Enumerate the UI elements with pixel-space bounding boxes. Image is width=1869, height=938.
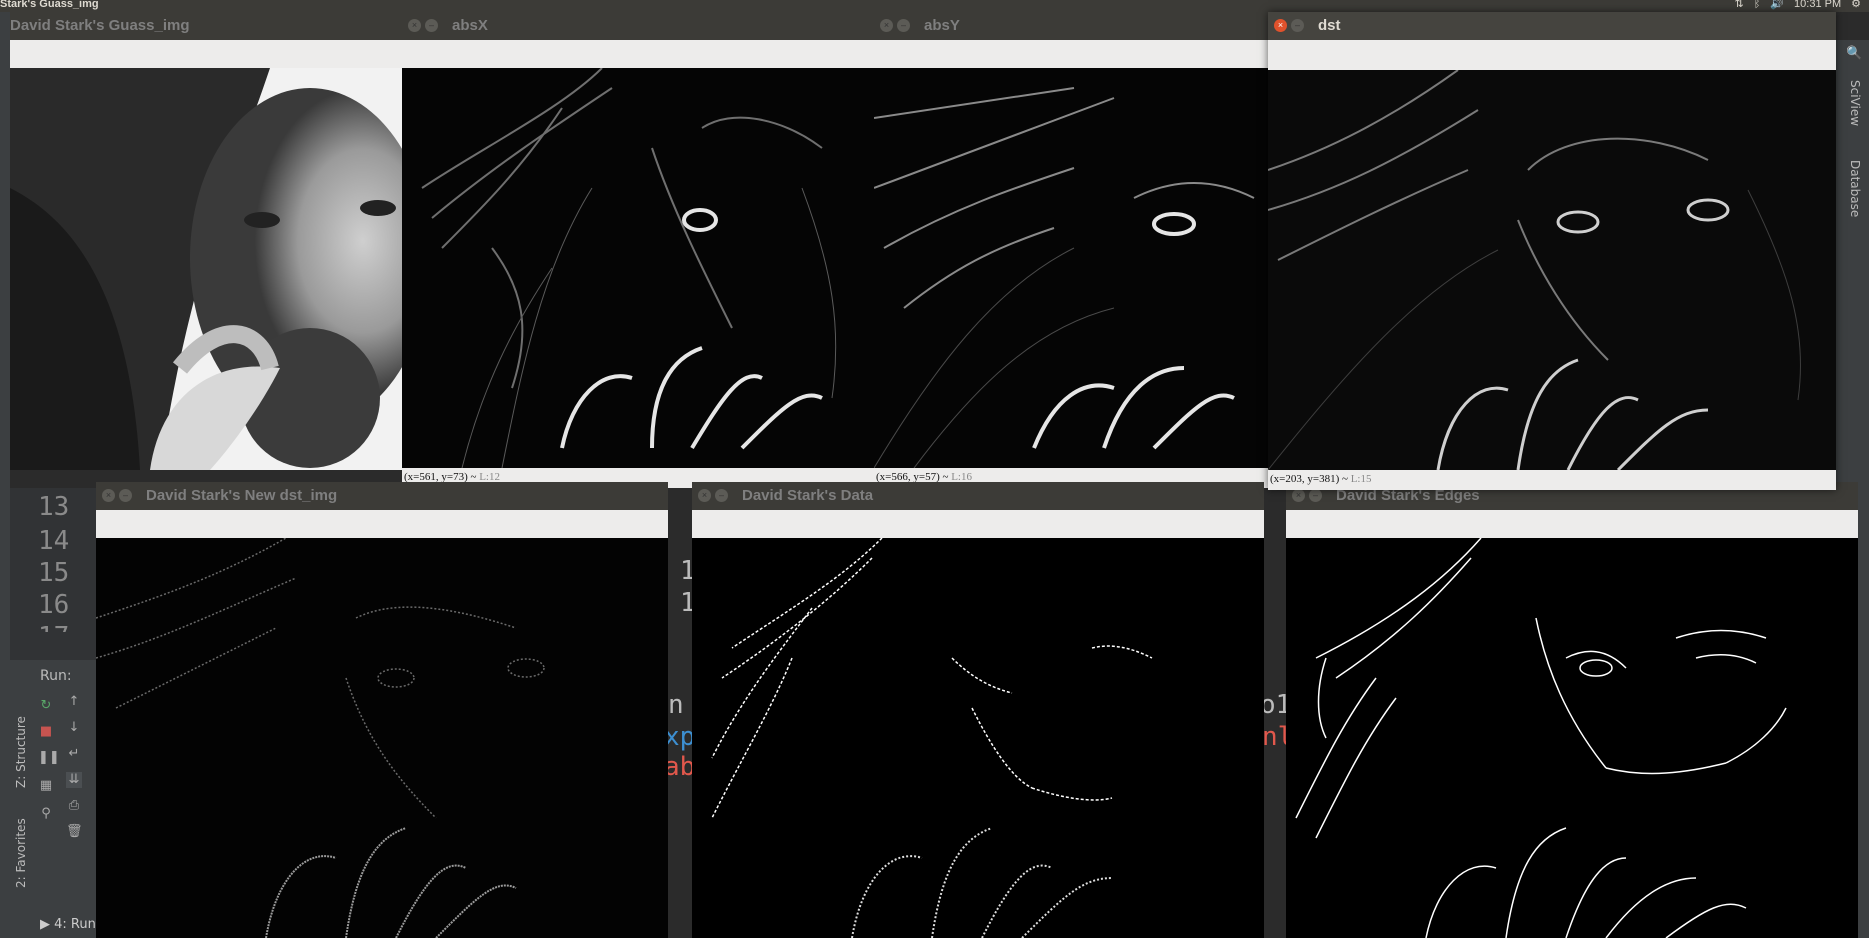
ide-left-strip — [0, 12, 10, 938]
image-canvas[interactable] — [1268, 70, 1836, 470]
line-number: 17 — [38, 622, 69, 632]
minimize-icon[interactable]: – — [119, 489, 132, 502]
scroll-to-end-icon[interactable]: ⇊ — [66, 772, 82, 788]
favorites-tab[interactable]: 2: Favorites — [14, 818, 28, 888]
line-number: 16 — [38, 590, 70, 620]
editor-gutter: 13 14 15 16 17 — [10, 488, 96, 688]
database-tab[interactable]: Database — [1848, 160, 1862, 217]
rerun-icon[interactable]: ↻ — [38, 698, 54, 714]
window-title-bar[interactable]: × – dst — [1268, 12, 1836, 40]
dst-gradient-image — [1268, 70, 1836, 470]
window-title: absX — [452, 17, 488, 34]
sobel-x-image — [402, 68, 874, 468]
run-tab-icon[interactable]: ▶ — [40, 917, 50, 932]
window-title-bar[interactable]: × – absX — [402, 12, 874, 40]
window-title: David Stark's New dst_img — [146, 487, 338, 504]
close-icon[interactable]: × — [880, 19, 893, 32]
close-icon[interactable]: × — [102, 489, 115, 502]
volume-icon[interactable]: 🔊 — [1770, 0, 1784, 10]
trash-icon[interactable]: 🗑 — [66, 824, 83, 840]
window-title-bar[interactable]: × – absY — [874, 12, 1268, 40]
window-dst[interactable]: × – dst (x=203, y=381) ~ L:15 — [1268, 12, 1836, 490]
arrow-down-icon[interactable]: ↓ — [66, 720, 82, 736]
status-bar: (x=203, y=381) ~ L:15 — [1268, 470, 1836, 488]
window-absx[interactable]: × – absX (x=561, y=73) ~ L:12 — [402, 12, 874, 488]
new-dst-image — [96, 538, 668, 938]
level-readout: L:15 — [1350, 473, 1372, 485]
soft-wrap-icon[interactable]: ↵ — [66, 746, 82, 762]
layout-icon[interactable]: ▦ — [38, 778, 54, 794]
pin-icon[interactable]: ⚲ — [38, 806, 54, 822]
sciview-tab[interactable]: SciView — [1848, 80, 1862, 126]
image-canvas[interactable] — [692, 538, 1264, 938]
network-icon[interactable]: ⇅ — [1735, 0, 1744, 10]
stop-icon[interactable]: ■ — [38, 724, 54, 740]
arrow-up-icon[interactable]: ↑ — [66, 694, 82, 710]
close-icon[interactable]: × — [698, 489, 711, 502]
code-fragment: ab — [664, 752, 696, 782]
cursor-readout: (x=203, y=381) ~ — [1270, 473, 1351, 485]
window-absy[interactable]: × – absY (x=566, y=57) ~ L:16 — [874, 12, 1268, 488]
close-icon[interactable]: × — [408, 19, 421, 32]
window-title-bar[interactable]: David Stark's Guass_img — [10, 12, 404, 40]
run-tool-window: Run: ↻ ■ ❚❚ ▦ ⚲ ↑ ↓ ↵ ⇊ ⎙ 🗑 — [10, 660, 96, 938]
minimize-icon[interactable]: – — [1291, 19, 1304, 32]
minimize-icon[interactable]: – — [897, 19, 910, 32]
active-window-title: Stark's Guass_img — [0, 0, 99, 10]
window-data[interactable]: × – David Stark's Data — [692, 482, 1264, 938]
window-title: David Stark's Guass_img — [10, 17, 190, 34]
minimize-icon[interactable]: – — [425, 19, 438, 32]
pause-icon[interactable]: ❚❚ — [38, 750, 60, 766]
run-label: Run: — [40, 668, 72, 684]
window-title: dst — [1318, 17, 1341, 34]
window-new-dst-img[interactable]: × – David Stark's New dst_img — [96, 482, 668, 938]
line-number: 14 — [38, 526, 70, 556]
binary-data-image — [692, 538, 1264, 938]
print-icon[interactable]: ⎙ — [66, 798, 82, 814]
grayscale-face-image — [10, 68, 404, 470]
system-top-bar: Stark's Guass_img ⇅ ᛒ 🔊 10:31 PM ⚙ — [0, 0, 1869, 12]
image-canvas[interactable] — [402, 68, 874, 468]
line-number: 15 — [38, 558, 70, 588]
window-title-bar[interactable]: × – David Stark's New dst_img — [96, 482, 668, 510]
system-tray: ⇅ ᛒ 🔊 10:31 PM ⚙ — [1735, 0, 1862, 10]
close-icon[interactable]: × — [1292, 489, 1305, 502]
image-canvas[interactable] — [874, 68, 1268, 468]
bluetooth-icon[interactable]: ᛒ — [1754, 0, 1761, 10]
window-edges[interactable]: × – David Stark's Edges — [1286, 482, 1858, 938]
sobel-y-image — [874, 68, 1268, 468]
run-tab[interactable]: 4: Run — [54, 917, 96, 932]
window-title-bar[interactable]: × – David Stark's Data — [692, 482, 1264, 510]
gear-icon[interactable]: ⚙ — [1851, 0, 1861, 10]
structure-tab[interactable]: Z: Structure — [14, 716, 28, 788]
code-fragment: xp — [664, 722, 696, 752]
window-title: absY — [924, 17, 960, 34]
search-icon[interactable]: 🔍 — [1846, 46, 1862, 61]
code-fragment: n — [668, 690, 684, 720]
window-guass-img[interactable]: David Stark's Guass_img — [10, 12, 404, 470]
image-canvas[interactable] — [10, 68, 404, 470]
canny-edges-image — [1286, 538, 1858, 938]
minimize-icon[interactable]: – — [715, 489, 728, 502]
minimize-icon[interactable]: – — [1309, 489, 1322, 502]
close-icon[interactable]: × — [1274, 19, 1287, 32]
clock[interactable]: 10:31 PM — [1794, 0, 1841, 10]
image-canvas[interactable] — [1286, 538, 1858, 938]
line-number: 13 — [38, 492, 70, 522]
run-tab-bar: ▶ 4: Run — [10, 912, 96, 938]
window-title: David Stark's Data — [742, 487, 874, 504]
image-canvas[interactable] — [96, 538, 668, 938]
